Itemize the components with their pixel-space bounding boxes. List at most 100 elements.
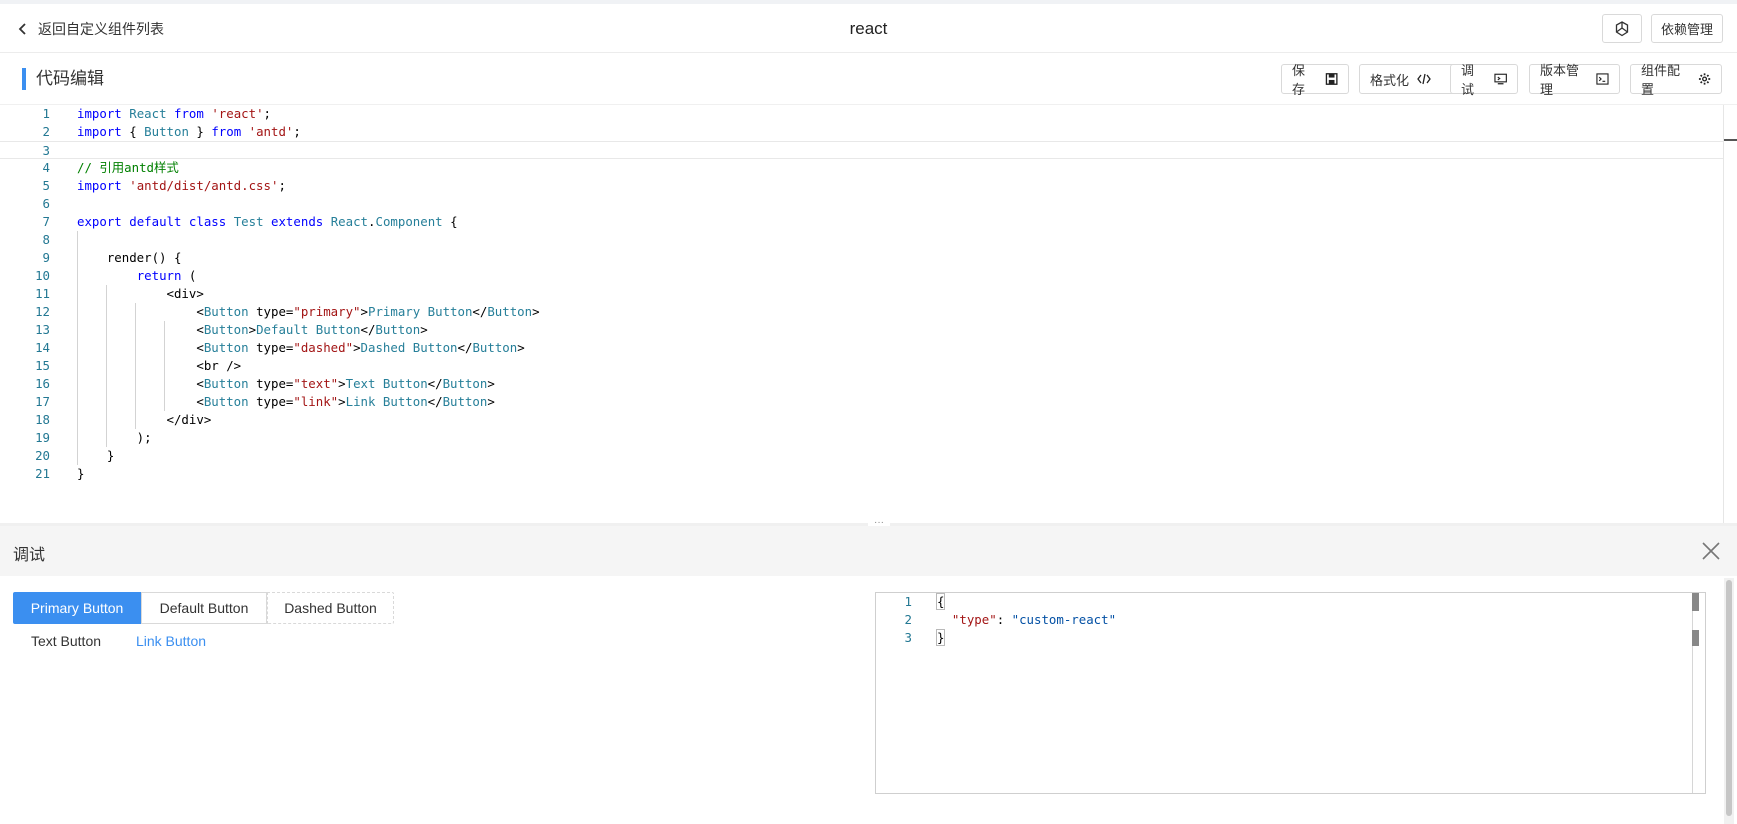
props-json-editor[interactable]: 1{ 2 "type": "custom-react" 3} [875,592,1706,794]
json-line: 1{ [876,593,1686,611]
openai-icon [1615,20,1629,36]
code-text: <br /> [77,358,242,373]
code-text: return ( [136,268,197,283]
code-text: <div> [77,286,204,301]
page-title: react [849,19,888,38]
code-line: 14 <Button type="dashed">Dashed Button</… [0,339,1724,357]
json-text: "type": "custom-react" [951,612,1117,627]
line-number: 16 [35,376,50,391]
current-line: 3 [0,141,1724,159]
line-number: 4 [42,160,50,175]
code-line: 17 <Button type="link">Link Button</Butt… [0,393,1724,411]
page-header: 返回自定义组件列表 react 依赖管理 [0,4,1737,53]
indent-guide [77,231,78,465]
section-title: 代码编辑 [22,68,104,90]
monitor-icon [1494,73,1507,85]
code-text: ); [77,430,152,445]
line-number: 6 [42,196,50,211]
openai-icon-button[interactable] [1602,14,1642,43]
code-line: 18 </div> [0,411,1724,429]
save-label: 保存 [1292,63,1306,97]
dependency-button[interactable]: 依赖管理 [1651,14,1723,43]
preview-primary-button[interactable]: Primary Button [13,592,141,624]
panel-scrollbar-thumb[interactable] [1726,580,1732,816]
format-label: 格式化 [1370,72,1410,88]
editor-scrollbar[interactable] [1723,105,1724,523]
format-button[interactable]: 格式化 [1359,64,1456,94]
preview-link-button[interactable]: Link Button [119,625,223,657]
save-button[interactable]: 保存 [1281,63,1349,97]
code-line: 19 ); [0,429,1724,447]
preview-dashed-button[interactable]: Dashed Button [267,592,394,624]
code-text: import { Button } from 'antd'; [77,124,301,139]
code-icon [1417,73,1431,85]
json-text: { [935,593,946,610]
version-button[interactable]: 版本管理 [1529,63,1620,97]
code-line: 13 <Button>Default Button</Button> [0,321,1724,339]
config-button[interactable]: 组件配置 [1630,63,1722,97]
json-line-number: 3 [904,630,912,645]
editor-toolbar: 代码编辑 保存 格式化 调试 版本管理 组件配置 [0,54,1737,105]
code-text: <Button>Default Button</Button> [77,322,428,337]
code-line: 16 <Button type="text">Text Button</Butt… [0,375,1724,393]
debug-panel-header: 调试 [0,526,1737,576]
debug-panel-title: 调试 [13,547,46,564]
debug-label: 调试 [1461,63,1475,97]
code-line: 15 <br /> [0,357,1724,375]
line-number: 7 [42,214,50,229]
line-number: 20 [35,448,50,463]
code-line: 1 import React from 'react'; [0,105,1724,123]
code-editor[interactable]: 1 import React from 'react'; 2 import { Bu… [0,105,1737,523]
version-label: 版本管理 [1540,63,1580,97]
code-text: <Button type="primary">Primary Button</B… [77,304,540,319]
code-line: 12 <Button type="primary">Primary Button… [0,303,1724,321]
line-number: 21 [35,466,50,481]
json-line: 3} [876,629,1686,647]
code-line: 21} [0,465,1724,483]
code-line: 5 import 'antd/dist/antd.css'; [0,177,1724,195]
code-text: } [77,448,115,463]
line-number: 14 [35,340,50,355]
terminal-icon [1596,73,1609,85]
code-text: <Button type="link">Link Button</Button> [77,394,495,409]
json-text: } [935,629,946,646]
line-number: 19 [35,430,50,445]
code-text: import 'antd/dist/antd.css'; [77,178,286,193]
code-line: 9 render() { [0,249,1724,267]
indent-guide [106,285,107,447]
save-icon [1325,73,1338,85]
code-line: 10 return ( [0,267,1724,285]
gear-icon [1698,73,1711,85]
json-line-number: 2 [904,612,912,627]
preview-text-button[interactable]: Text Button [13,625,119,657]
editor-cursor-marker [1724,139,1737,141]
line-number: 18 [35,412,50,427]
code-text: // 引用antd样式 [77,160,179,175]
line-number: 13 [35,322,50,337]
line-number: 10 [35,268,50,283]
code-line: 20 } [0,447,1724,465]
code-text: } [77,466,85,481]
debug-button[interactable]: 调试 [1450,63,1518,97]
code-text: export default class Test extends React.… [77,214,458,229]
close-icon[interactable] [1700,540,1722,562]
preview-default-button[interactable]: Default Button [141,592,267,624]
line-number: 9 [42,250,50,265]
code-text: render() { [77,250,182,265]
line-number: 11 [35,286,50,301]
code-line: 6 [0,195,1724,213]
line-number: 8 [42,232,50,247]
code-text: import React from 'react'; [77,106,272,121]
code-text: <Button type="dashed">Dashed Button</But… [77,340,525,355]
code-line: 4 // 引用antd样式 [0,159,1724,177]
json-line-number: 1 [904,594,912,609]
line-number: 17 [35,394,50,409]
json-scrollbar[interactable] [1692,593,1693,793]
code-line: 2 import { Button } from 'antd'; [0,123,1724,141]
code-line: 11 <div> [0,285,1724,303]
code-text: </div> [77,412,212,427]
json-scroll-marker [1692,593,1699,611]
line-number: 2 [42,124,50,139]
code-text: <Button type="text">Text Button</Button> [77,376,495,391]
line-number: 1 [42,106,50,121]
